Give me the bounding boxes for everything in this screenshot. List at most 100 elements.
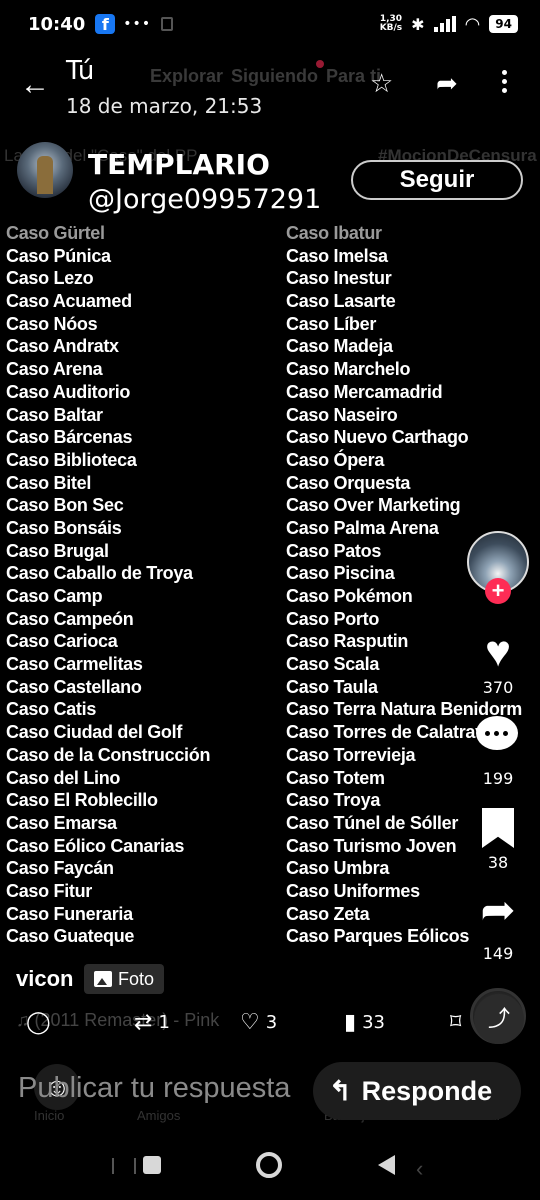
views-chart-icon: ▮ bbox=[344, 1010, 357, 1035]
reply-bubble-icon: ◯ bbox=[26, 1010, 51, 1035]
case-item: Caso Catis bbox=[6, 699, 97, 720]
save-count: 38 bbox=[487, 853, 509, 872]
retweet-action[interactable]: ⇄ 1 bbox=[134, 1010, 170, 1035]
case-item: Caso de la Construcción bbox=[6, 744, 211, 765]
heart-icon[interactable]: ♥ bbox=[474, 628, 522, 676]
case-item: Caso Caballo de Troya bbox=[6, 563, 193, 584]
case-item: Caso Bitel bbox=[6, 472, 92, 493]
back-triangle-button[interactable] bbox=[378, 1155, 395, 1175]
views-count: 33 bbox=[362, 1012, 386, 1033]
case-item: Caso Andratx bbox=[6, 336, 119, 357]
recents-lines-icon bbox=[112, 1158, 136, 1174]
post-date: 18 de marzo, 21:53 bbox=[66, 94, 263, 118]
back-gesture-icon: ‹ bbox=[416, 1156, 424, 1181]
case-item: Caso Funeraria bbox=[6, 903, 133, 924]
case-item: Caso del Lino bbox=[6, 767, 121, 788]
tweet-actions: ◯ ⇄ 1 ♡ 3 ▮ 33 ⌑ bbox=[0, 1004, 540, 1040]
follow-button[interactable]: Seguir bbox=[351, 160, 523, 200]
bookmark-outline-icon: ⌑ bbox=[450, 1010, 462, 1035]
reply-action[interactable]: ◯ bbox=[26, 1010, 51, 1035]
background-tabs: Explorar Siguiendo Para ti bbox=[150, 66, 381, 87]
case-item: Caso Ópera bbox=[286, 449, 385, 470]
photo-label: Foto bbox=[118, 968, 155, 989]
case-item: Caso Ciudad del Golf bbox=[6, 722, 183, 743]
case-item: Caso Emarsa bbox=[6, 812, 117, 833]
case-item: Caso Orquesta bbox=[286, 472, 411, 493]
case-item: Caso Eólico Canarias bbox=[6, 835, 185, 856]
photo-badge: Foto bbox=[84, 964, 165, 994]
photo-icon bbox=[94, 971, 112, 987]
reply-input[interactable]: Publicar tu respuesta bbox=[18, 1072, 338, 1105]
case-item: Caso Bárcenas bbox=[6, 427, 133, 448]
case-item: Caso Guateque bbox=[6, 926, 135, 947]
case-item: Caso Camp bbox=[6, 586, 103, 606]
recents-button[interactable] bbox=[143, 1156, 161, 1174]
share-nodes-icon: ⤴ bbox=[487, 1006, 510, 1031]
case-item: Caso Arena bbox=[6, 359, 103, 380]
like-count: 370 bbox=[482, 678, 514, 697]
case-item: Caso Biblioteca bbox=[6, 449, 137, 470]
reply-button-label: Responde bbox=[361, 1075, 493, 1106]
case-item: Caso Ibatur bbox=[286, 223, 382, 243]
author-row: TEMPLARIO @Jorge09957291 Seguir bbox=[0, 138, 540, 224]
retweet-count: 1 bbox=[158, 1012, 170, 1033]
background-nav-item: Inicio bbox=[34, 1108, 65, 1123]
case-item: Caso Gürtel bbox=[6, 223, 105, 243]
author-avatar[interactable] bbox=[17, 142, 73, 198]
author-handle[interactable]: @Jorge09957291 bbox=[88, 184, 321, 215]
reply-arrow-icon: ↰ bbox=[329, 1075, 352, 1106]
background-tab: Explorar bbox=[150, 66, 224, 86]
case-item: Caso Over Marketing bbox=[286, 495, 461, 516]
more-options-button[interactable] bbox=[494, 70, 514, 100]
heart-outline-icon: ♡ bbox=[240, 1010, 260, 1035]
share-arrow-icon[interactable]: ➦ bbox=[474, 886, 522, 934]
comment-icon[interactable] bbox=[476, 716, 520, 756]
case-item: Caso Acuamed bbox=[6, 291, 132, 312]
case-item: Caso Nuevo Carthago bbox=[286, 427, 469, 448]
lock-icon bbox=[161, 17, 174, 31]
background-tab: Siguiendo bbox=[231, 66, 319, 86]
favorite-button[interactable]: ☆ bbox=[370, 68, 393, 99]
home-button[interactable] bbox=[256, 1152, 282, 1178]
more-notifications-icon: ••• bbox=[123, 16, 152, 32]
network-speed-unit: KB/s bbox=[379, 23, 403, 33]
background-nav-item: Amigos bbox=[137, 1108, 181, 1123]
signal-icon bbox=[433, 16, 456, 32]
case-item: Caso Líber bbox=[286, 313, 377, 334]
case-item: Caso Castellano bbox=[6, 676, 142, 697]
back-button[interactable]: ← bbox=[20, 70, 54, 104]
bookmark-action[interactable]: ⌑ bbox=[450, 1010, 461, 1035]
status-indicators: 1,30 KB/s ✱ ◠ 94 bbox=[380, 14, 518, 35]
case-item: Caso Carioca bbox=[6, 631, 118, 652]
page-title: Tú bbox=[66, 56, 95, 86]
case-item: Caso Auditorio bbox=[6, 381, 131, 402]
case-item: Caso Inestur bbox=[286, 268, 392, 289]
status-bar: 10:40 f ••• 1,30 KB/s ✱ ◠ 94 bbox=[0, 0, 540, 48]
case-item: Caso El Roblecillo bbox=[6, 790, 158, 811]
comment-count: 199 bbox=[482, 769, 514, 788]
follow-plus-button[interactable]: + bbox=[485, 578, 511, 604]
case-item: Caso Faycán bbox=[6, 858, 114, 879]
case-item: Caso Baltar bbox=[6, 404, 103, 425]
case-item: Caso Lasarte bbox=[286, 291, 396, 312]
status-time: 10:40 bbox=[28, 13, 86, 35]
forward-button[interactable]: ➦ bbox=[436, 68, 458, 99]
case-item: Caso Lezo bbox=[6, 268, 94, 289]
tweet-like-count: 3 bbox=[265, 1012, 278, 1033]
case-item: Caso Nóos bbox=[6, 313, 98, 334]
background-notification-dot bbox=[316, 60, 324, 68]
case-item: Caso Carmelitas bbox=[6, 654, 143, 675]
forward-arrow-icon: ➦ bbox=[436, 68, 458, 98]
retweet-icon: ⇄ bbox=[134, 1010, 153, 1035]
facebook-notification-icon: f bbox=[95, 14, 116, 34]
share-count: 149 bbox=[482, 944, 514, 963]
reply-button[interactable]: ↰ Responde bbox=[313, 1062, 521, 1120]
like-action[interactable]: ♡ 3 bbox=[240, 1010, 277, 1035]
case-column-left: Caso Gürtel Caso Púnica Caso Lezo Caso Acua… bbox=[6, 222, 210, 948]
author-name[interactable]: TEMPLARIO bbox=[88, 148, 270, 181]
case-item: Caso Púnica bbox=[6, 245, 111, 266]
case-item: Caso Brugal bbox=[6, 540, 109, 561]
views-action[interactable]: ▮ 33 bbox=[344, 1010, 385, 1035]
share-button[interactable]: ⤴ bbox=[474, 994, 524, 1044]
case-item: Caso Bon Sec bbox=[6, 495, 124, 516]
